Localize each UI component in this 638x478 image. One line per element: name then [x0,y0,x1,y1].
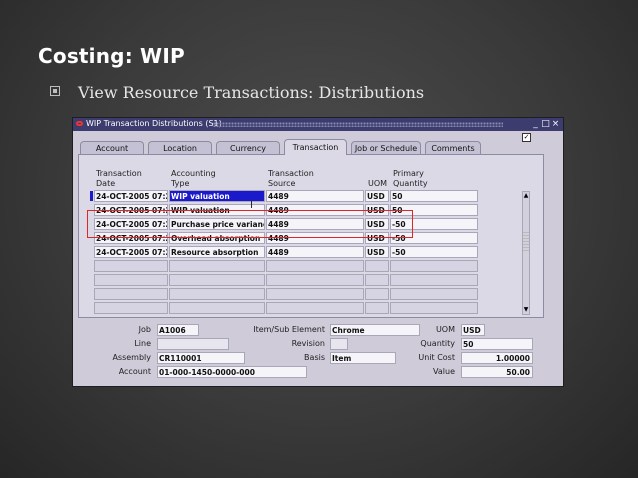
qty-cell[interactable]: 50 [390,190,478,202]
empty-date-cell[interactable] [94,260,168,272]
col-header-source-2: Source [268,179,296,188]
col-header-uom: UOM [368,179,388,188]
line-label: Line [134,339,151,348]
empty-uom-cell[interactable] [365,274,389,286]
tab-comments[interactable]: Comments [425,141,481,154]
col-header-date-1: Transaction [96,169,142,178]
qty-cell[interactable]: -50 [390,232,478,244]
minimize-icon[interactable]: _ [531,118,540,130]
type-cell[interactable]: Purchase price varianc [169,218,265,230]
empty-source-cell[interactable] [266,288,364,300]
window-checkbox[interactable]: ✓ [522,133,531,142]
account-label: Account [118,367,151,376]
uom-field[interactable]: USD [461,324,485,336]
unit-cost-label: Unit Cost [418,353,455,362]
uom-cell[interactable]: USD [365,232,389,244]
empty-qty-cell[interactable] [390,274,478,286]
date-cell[interactable]: 24-OCT-2005 07:2 [94,218,168,230]
empty-type-cell[interactable] [169,288,265,300]
uom-cell[interactable]: USD [365,246,389,258]
quantity-label: Quantity [420,339,455,348]
tab-job-or-schedule[interactable]: Job or Schedule [351,141,421,154]
tab-transaction[interactable]: Transaction [284,139,347,155]
job-label: Job [138,325,151,334]
empty-date-cell[interactable] [94,302,168,314]
empty-qty-cell[interactable] [390,260,478,272]
col-header-source-1: Transaction [268,169,314,178]
qty-cell[interactable]: -50 [390,246,478,258]
tab-location[interactable]: Location [148,141,212,154]
empty-type-cell[interactable] [169,274,265,286]
empty-source-cell[interactable] [266,302,364,314]
assembly-label: Assembly [112,353,151,362]
job-field[interactable]: A1006 [157,324,199,336]
oracle-window: WIP Transaction Distributions (S1) _ □ ×… [72,117,564,387]
close-icon[interactable]: × [551,118,560,130]
col-header-date-2: Date [96,179,116,188]
empty-source-cell[interactable] [266,274,364,286]
col-header-type-1: Accounting [171,169,216,178]
assembly-field[interactable]: CR110001 [157,352,245,364]
revision-label: Revision [291,339,325,348]
value-field[interactable]: 50.00 [461,366,533,378]
window-titlebar[interactable]: WIP Transaction Distributions (S1) _ □ × [73,118,563,131]
bullet-text: View Resource Transactions: Distribution… [78,83,425,102]
uom-label: UOM [435,325,455,334]
grid-scrollbar[interactable]: ▲ ▼ [522,191,530,315]
type-cell[interactable]: Resource absorption [169,246,265,258]
empty-source-cell[interactable] [266,260,364,272]
source-cell[interactable]: 4489 [266,232,364,244]
empty-uom-cell[interactable] [365,288,389,300]
source-cell[interactable]: 4489 [266,246,364,258]
account-field[interactable]: 01-000-1450-0000-000 [157,366,307,378]
line-field[interactable] [157,338,229,350]
value-label: Value [433,367,455,376]
slide-title: Costing: WIP [38,44,185,68]
empty-uom-cell[interactable] [365,302,389,314]
quantity-field[interactable]: 50 [461,338,533,350]
titlebar-grip [213,122,503,127]
col-header-type-2: Type [171,179,190,188]
basis-field[interactable]: Item [330,352,396,364]
date-cell[interactable]: 24-OCT-2005 07:2 [94,190,168,202]
empty-uom-cell[interactable] [365,260,389,272]
basis-label: Basis [304,353,325,362]
empty-qty-cell[interactable] [390,288,478,300]
date-cell[interactable]: 24-OCT-2005 07:2 [94,232,168,244]
tab-currency[interactable]: Currency [216,141,280,154]
scroll-thumb[interactable] [523,232,529,252]
date-cell[interactable]: 24-OCT-2005 07:2 [94,204,168,216]
source-cell[interactable]: 4489 [266,190,364,202]
text-cursor-icon: I [250,200,253,211]
uom-cell[interactable]: USD [365,190,389,202]
col-header-qty-1: Primary [393,169,424,178]
empty-type-cell[interactable] [169,302,265,314]
oracle-logo-icon [76,121,83,126]
uom-cell[interactable]: USD [365,204,389,216]
scroll-down-icon[interactable]: ▼ [523,306,529,314]
window-title: WIP Transaction Distributions (S1) [86,119,222,128]
scroll-up-icon[interactable]: ▲ [523,192,529,200]
current-record-indicator [90,191,93,201]
empty-date-cell[interactable] [94,274,168,286]
bullet-icon [50,86,60,96]
tab-account[interactable]: Account [80,141,144,154]
col-header-qty-2: Quantity [393,179,428,188]
type-cell[interactable]: Overhead absorption [169,232,265,244]
unit-cost-field[interactable]: 1.00000 [461,352,533,364]
qty-cell[interactable]: 50 [390,204,478,216]
empty-date-cell[interactable] [94,288,168,300]
maximize-icon[interactable]: □ [541,118,550,130]
qty-cell[interactable]: -50 [390,218,478,230]
source-cell[interactable]: 4489 [266,218,364,230]
transaction-panel: Transaction Date Accounting Type Transac… [78,154,544,318]
source-cell[interactable]: 4489 [266,204,364,216]
uom-cell[interactable]: USD [365,218,389,230]
empty-type-cell[interactable] [169,260,265,272]
empty-qty-cell[interactable] [390,302,478,314]
item-label: Item/Sub Element [253,325,325,334]
date-cell[interactable]: 24-OCT-2005 07:2 [94,246,168,258]
revision-field[interactable] [330,338,348,350]
